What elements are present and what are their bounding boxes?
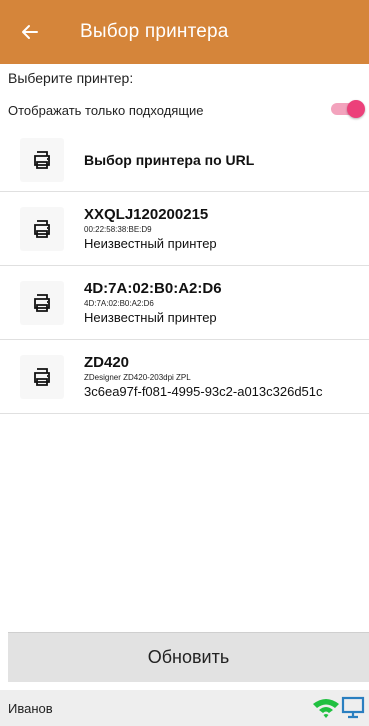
filter-label: Отображать только подходящие	[8, 102, 204, 118]
filter-row: Отображать только подходящие	[0, 96, 369, 124]
printer-description: Неизвестный принтер	[84, 235, 217, 251]
printer-icon	[20, 137, 64, 182]
back-button[interactable]	[0, 0, 60, 64]
url-option-label: Выбор принтера по URL	[84, 151, 255, 168]
printer-icon	[20, 206, 64, 251]
printer-name: ZD420	[84, 353, 130, 371]
page-title: Выбор принтера	[80, 21, 229, 42]
printer-icon	[20, 354, 64, 399]
printer-description: 3c6ea97f-f081-4995-93c2-a013c326d51c	[84, 383, 323, 399]
printer-address: ZDesigner ZD420-203dpi ZPL	[84, 372, 191, 382]
toggle-thumb	[347, 100, 365, 118]
app-bar: Выбор принтера	[0, 0, 369, 64]
printer-icon	[20, 280, 64, 325]
list-item[interactable]: ZD420 ZDesigner ZD420-203dpi ZPL 3c6ea97…	[0, 340, 369, 414]
filter-toggle[interactable]	[331, 100, 365, 118]
url-printer-option[interactable]: Выбор принтера по URL	[0, 128, 369, 192]
list-item[interactable]: 4D:7A:02:B0:A2:D6 4D:7A:02:B0:A2:D6 Неиз…	[0, 266, 369, 340]
select-printer-label: Выберите принтер:	[8, 70, 134, 86]
arrow-left-icon	[22, 25, 38, 39]
monitor-icon	[341, 696, 365, 719]
user-name: Иванов	[8, 700, 53, 716]
update-button-label: Обновить	[147, 647, 230, 667]
printer-name: 4D:7A:02:B0:A2:D6	[84, 279, 222, 297]
list-item[interactable]: XXQLJ120200215 00:22:58:38:BE:D9 Неизвес…	[0, 192, 369, 266]
update-button[interactable]: Обновить	[8, 632, 369, 682]
printer-name: XXQLJ120200215	[84, 205, 209, 223]
printer-address: 4D:7A:02:B0:A2:D6	[84, 298, 154, 308]
status-bar: Иванов	[0, 690, 369, 726]
printer-address: 00:22:58:38:BE:D9	[84, 224, 152, 234]
printer-list: Выбор принтера по URL XXQLJ120200215 00:…	[0, 128, 369, 414]
wifi-icon	[313, 699, 339, 718]
printer-description: Неизвестный принтер	[84, 309, 217, 325]
